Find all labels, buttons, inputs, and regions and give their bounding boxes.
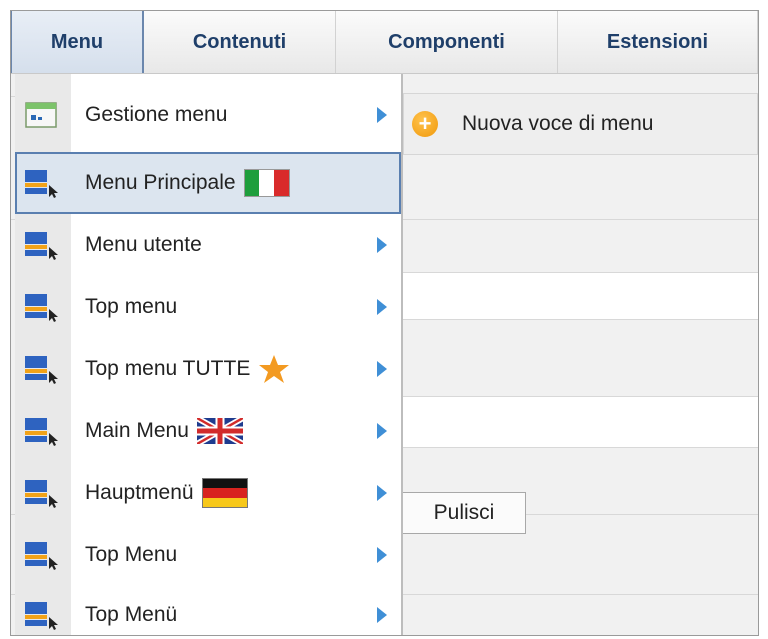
dropdown-item-top-menu[interactable]: Top menu xyxy=(15,276,401,338)
dropdown-item-text: Hauptmenü xyxy=(85,478,248,508)
dropdown-item-hauptmenue[interactable]: Hauptmenü xyxy=(15,462,401,524)
new-menu-item-option[interactable]: + Nuova voce di menu xyxy=(403,93,758,155)
search-field[interactable] xyxy=(403,396,758,448)
submenu-arrow-icon xyxy=(377,237,387,253)
italy-flag-icon xyxy=(243,169,290,197)
dropdown-item-top-menue[interactable]: Top Menü xyxy=(15,584,401,635)
dropdown-item-label: Menu Principale xyxy=(85,171,236,194)
submenu-arrow-icon xyxy=(377,299,387,315)
dropdown-item-gestione-menu[interactable]: Gestione menu xyxy=(15,84,401,146)
admin-window: + Nuova voce di menu Pulisci Menu Conten… xyxy=(10,10,759,636)
submenu-arrow-icon xyxy=(377,547,387,563)
dropdown-item-menu-principale[interactable]: Menu Principale xyxy=(15,152,401,214)
dropdown-item-text: Top menu TUTTE xyxy=(85,354,290,384)
menubar-item-contenuti[interactable]: Contenuti xyxy=(144,11,336,73)
submenu-arrow-icon xyxy=(377,423,387,439)
dropdown-item-label: Main Menu xyxy=(85,419,189,442)
submenu-arrow-icon xyxy=(377,361,387,377)
germany-flag-icon xyxy=(201,478,248,508)
dropdown-item-label: Menu utente xyxy=(85,233,202,256)
dropdown-item-top-menu-tutte[interactable]: Top menu TUTTE xyxy=(15,338,401,400)
add-icon: + xyxy=(412,111,438,137)
submenu-arrow-icon xyxy=(377,485,387,501)
dropdown-item-label: Top Menü xyxy=(85,603,178,626)
menu-manager-icon xyxy=(25,102,57,128)
menu-icon xyxy=(25,542,58,570)
dropdown-item-label: Top menu TUTTE xyxy=(85,357,251,380)
menu-icon xyxy=(25,232,58,260)
submenu-arrow-icon xyxy=(377,607,387,623)
new-menu-item-label: Nuova voce di menu xyxy=(462,112,654,135)
menu-icon xyxy=(25,418,58,446)
top-menubar: Menu Contenuti Componenti Estensioni xyxy=(11,11,758,74)
dropdown-item-text: Main Menu xyxy=(85,418,243,444)
dropdown-item-label: Hauptmenü xyxy=(85,481,194,504)
uk-flag-icon xyxy=(196,418,243,444)
dropdown-item-label: Top Menu xyxy=(85,543,178,566)
menu-icon xyxy=(25,356,58,384)
dropdown-item-menu-utente[interactable]: Menu utente xyxy=(15,214,401,276)
filter-field[interactable] xyxy=(403,272,758,320)
star-icon xyxy=(259,355,290,383)
menu-icon xyxy=(25,170,58,198)
clear-button[interactable]: Pulisci xyxy=(402,492,526,534)
dropdown-item-label: Gestione menu xyxy=(85,103,228,126)
dropdown-item-text: Menu Principale xyxy=(85,169,290,197)
menubar-item-menu[interactable]: Menu xyxy=(11,11,144,73)
menu-icon xyxy=(25,602,58,630)
menu-icon xyxy=(25,294,58,322)
menubar-item-componenti[interactable]: Componenti xyxy=(336,11,558,73)
dropdown-item-label: Top menu xyxy=(85,295,178,318)
dropdown-item-main-menu[interactable]: Main Menu xyxy=(15,400,401,462)
menu-dropdown: Gestione menu Menu Principale Menu utent… xyxy=(15,74,403,635)
menubar-item-estensioni[interactable]: Estensioni xyxy=(558,11,758,73)
dropdown-item-top-menu-2[interactable]: Top Menu xyxy=(15,524,401,586)
menu-icon xyxy=(25,480,58,508)
submenu-arrow-icon xyxy=(377,107,387,123)
